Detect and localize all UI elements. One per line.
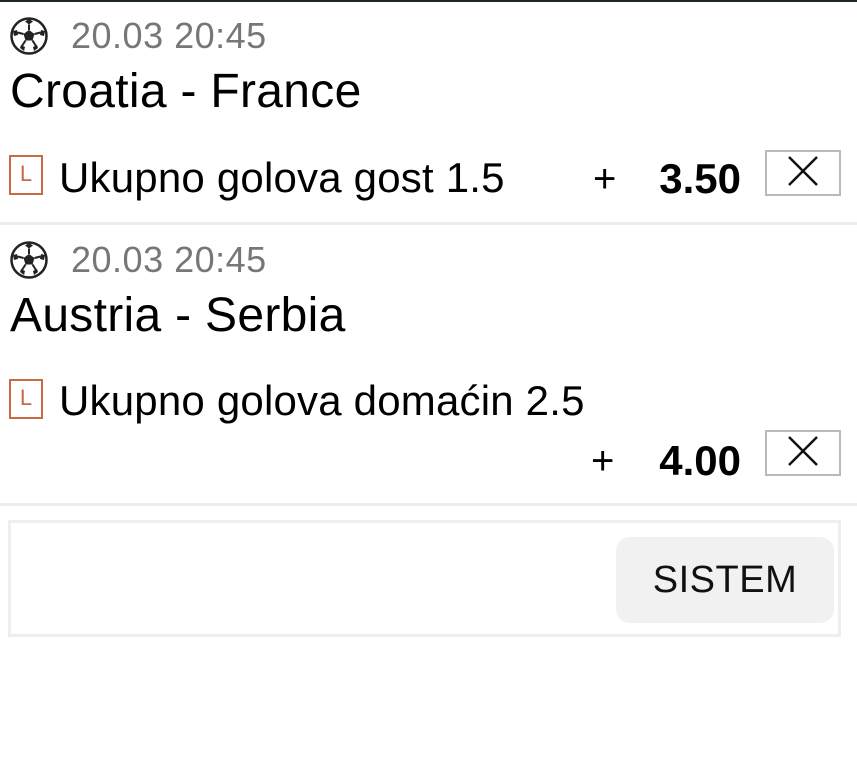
odds-sign: +	[593, 157, 617, 201]
bet-item: 20.03 20:45 Croatia - France L Ukupno go…	[0, 2, 857, 223]
odds-value: 3.50	[659, 155, 741, 202]
bet-meta: 20.03 20:45	[9, 16, 267, 56]
divider	[0, 222, 857, 225]
divider	[0, 503, 857, 506]
bet-item: 20.03 20:45 Austria - Serbia L Ukupno go…	[0, 226, 857, 503]
bet-meta: 20.03 20:45	[9, 240, 267, 280]
soccer-ball-icon	[9, 16, 49, 56]
live-badge: L	[9, 379, 43, 419]
odds-sign: +	[591, 439, 615, 483]
match-title: Austria - Serbia	[10, 289, 346, 342]
live-badge: L	[9, 155, 43, 195]
close-icon	[786, 154, 820, 193]
odds-value: 4.00	[659, 437, 741, 484]
market-label: Ukupno golova domaćin 2.5	[59, 377, 585, 424]
match-datetime: 20.03 20:45	[71, 239, 267, 280]
soccer-ball-icon	[9, 240, 49, 280]
match-title: Croatia - France	[10, 65, 362, 118]
system-button[interactable]: SISTEM	[616, 537, 834, 623]
remove-bet-button[interactable]	[765, 430, 841, 476]
system-bet-panel: SISTEM	[8, 520, 841, 637]
remove-bet-button[interactable]	[765, 150, 841, 196]
match-datetime: 20.03 20:45	[71, 15, 267, 56]
market-label: Ukupno golova gost 1.5	[59, 154, 505, 201]
close-icon	[786, 434, 820, 473]
